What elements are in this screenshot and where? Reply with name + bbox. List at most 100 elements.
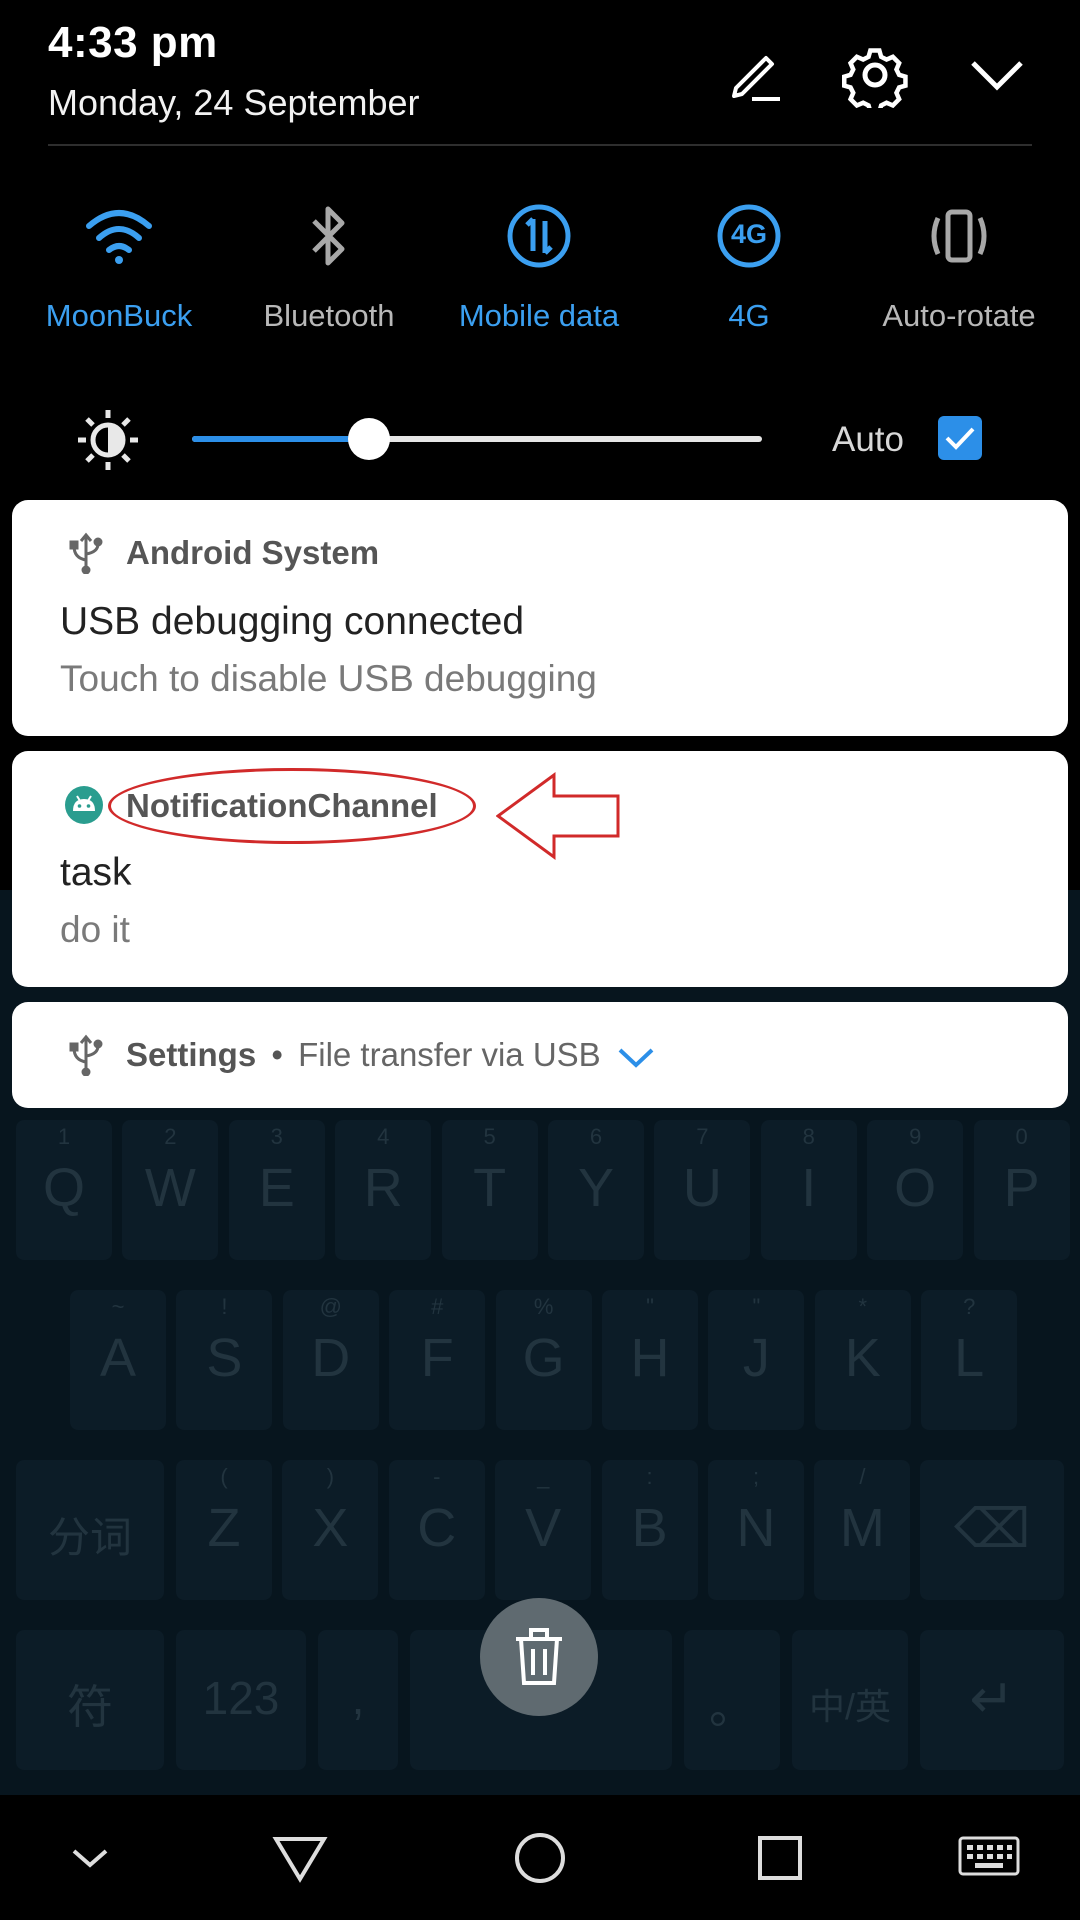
edit-icon[interactable] <box>720 40 790 110</box>
toggle-mobile-data[interactable]: Mobile data <box>439 196 639 346</box>
notification-usb-file-transfer[interactable]: Settings • File transfer via USB <box>12 1002 1068 1108</box>
keyboard-key: " H <box>602 1290 698 1430</box>
auto-brightness-checkbox[interactable] <box>938 416 982 460</box>
key-hint: _ <box>537 1464 550 1489</box>
brightness-slider-fill <box>192 436 369 442</box>
toggle-bluetooth[interactable]: Bluetooth <box>229 196 429 346</box>
settings-gear-icon[interactable] <box>840 40 910 110</box>
nav-home-icon[interactable] <box>505 1826 575 1890</box>
keyboard-key: 2W <box>122 1120 219 1260</box>
key-hint: 1 <box>57 1124 71 1149</box>
key-label: I <box>801 1157 817 1218</box>
key-label: Y <box>577 1157 615 1218</box>
notification-text: Touch to disable USB debugging <box>60 658 597 699</box>
key-hint: 7 <box>696 1124 709 1149</box>
key-label: 符 <box>67 1681 113 1734</box>
clear-notifications-button[interactable] <box>480 1598 598 1716</box>
toggle-auto-rotate[interactable]: Auto-rotate <box>859 196 1059 346</box>
header-divider <box>48 144 1032 146</box>
key-hint: % <box>533 1294 554 1319</box>
notification-summary: File transfer via USB <box>298 1036 601 1073</box>
nav-hide-keyboard-icon[interactable] <box>55 1826 125 1890</box>
key-hint: 6 <box>589 1124 603 1149</box>
key-label: 123 <box>202 1672 280 1725</box>
key-label: H <box>630 1327 670 1388</box>
key-label: L <box>954 1327 985 1388</box>
nav-keyboard-icon[interactable] <box>954 1826 1024 1890</box>
key-label: ⌫ <box>953 1498 1031 1559</box>
keyboard-key: ! S <box>176 1290 273 1430</box>
nav-back-icon[interactable] <box>265 1826 335 1890</box>
key-hint: ! <box>221 1294 228 1319</box>
key-label: 中/英 <box>808 1685 891 1727</box>
key-label: E <box>258 1157 295 1218</box>
keyboard-key: 1Q <box>16 1120 112 1260</box>
keyboard-key: / M <box>814 1460 911 1600</box>
notification-usb-debugging[interactable]: Android System USB debugging connected T… <box>12 500 1068 736</box>
brightness-slider-thumb[interactable] <box>347 418 390 460</box>
keyboard-key: ~ A <box>70 1290 166 1430</box>
usb-icon <box>64 530 108 575</box>
key-hint: * <box>858 1294 868 1319</box>
nav-recents-icon[interactable] <box>745 1826 815 1890</box>
notification-title: task <box>60 851 132 894</box>
key-hint: 4 <box>377 1124 390 1149</box>
keyboard-key: 符 <box>16 1630 164 1770</box>
annotation-arrow <box>496 772 620 860</box>
key-hint: 3 <box>270 1124 283 1149</box>
toggle-4g[interactable]: 4G 4G <box>649 196 849 346</box>
key-label: R <box>363 1157 403 1218</box>
keyboard-key: 123 <box>176 1630 306 1770</box>
key-label: N <box>736 1497 776 1558</box>
key-hint: " <box>646 1294 654 1319</box>
keyboard-backspace-key: ⌫ <box>920 1460 1064 1600</box>
brightness-icon <box>76 408 140 472</box>
key-label: ↵ <box>969 1668 1015 1729</box>
keyboard-key: 5T <box>441 1120 538 1260</box>
bluetooth-icon <box>289 196 369 276</box>
key-label: M <box>839 1497 885 1558</box>
notification-title: USB debugging connected <box>60 600 525 643</box>
4g-icon: 4G <box>709 196 789 276</box>
key-label: C <box>417 1497 457 1558</box>
key-hint: 8 <box>802 1124 815 1149</box>
key-label: S <box>206 1327 243 1388</box>
key-label: A <box>99 1327 137 1388</box>
notification-text: do it <box>60 909 130 950</box>
checkmark-icon <box>945 427 975 450</box>
auto-rotate-icon <box>919 196 999 276</box>
toggle-bluetooth-label: Bluetooth <box>263 298 395 333</box>
keyboard-key: 7U <box>654 1120 751 1260</box>
key-label: T <box>473 1157 507 1218</box>
keyboard-key: 8I <box>760 1120 857 1260</box>
keyboard-key: ; N <box>708 1460 804 1600</box>
collapse-chevron-icon[interactable] <box>962 40 1032 110</box>
expand-chevron-icon[interactable] <box>616 1044 656 1070</box>
usb-icon <box>64 1032 108 1077</box>
keyboard-key: 。 <box>684 1630 780 1770</box>
key-hint: ; <box>752 1464 760 1489</box>
keyboard-key: % G <box>495 1290 592 1430</box>
key-hint: 9 <box>909 1124 922 1149</box>
separator-dot: • <box>271 1036 283 1073</box>
key-hint: ? <box>963 1294 976 1319</box>
toggle-4g-label: 4G <box>728 298 770 333</box>
toggle-wifi-label: MoonBuck <box>45 298 193 333</box>
key-label: K <box>844 1327 881 1388</box>
key-hint: 2 <box>164 1124 177 1149</box>
toggle-wifi[interactable]: MoonBuck <box>19 196 219 346</box>
keyboard-key: 6Y <box>548 1120 644 1260</box>
auto-brightness-label: Auto <box>832 420 904 459</box>
key-hint: - <box>433 1464 441 1489</box>
keyboard-key: 3E <box>228 1120 325 1260</box>
key-label: F <box>420 1327 454 1388</box>
date-text: Monday, 24 September <box>48 82 420 123</box>
key-label: W <box>144 1157 196 1218</box>
keyboard-key: ? L <box>921 1290 1018 1430</box>
key-label: Z <box>207 1497 241 1558</box>
key-hint: # <box>431 1294 444 1319</box>
keyboard-key: _ V <box>495 1460 592 1600</box>
keyboard-key: * K <box>814 1290 911 1430</box>
key-hint: ~ <box>111 1294 125 1319</box>
key-label: V <box>525 1497 562 1558</box>
